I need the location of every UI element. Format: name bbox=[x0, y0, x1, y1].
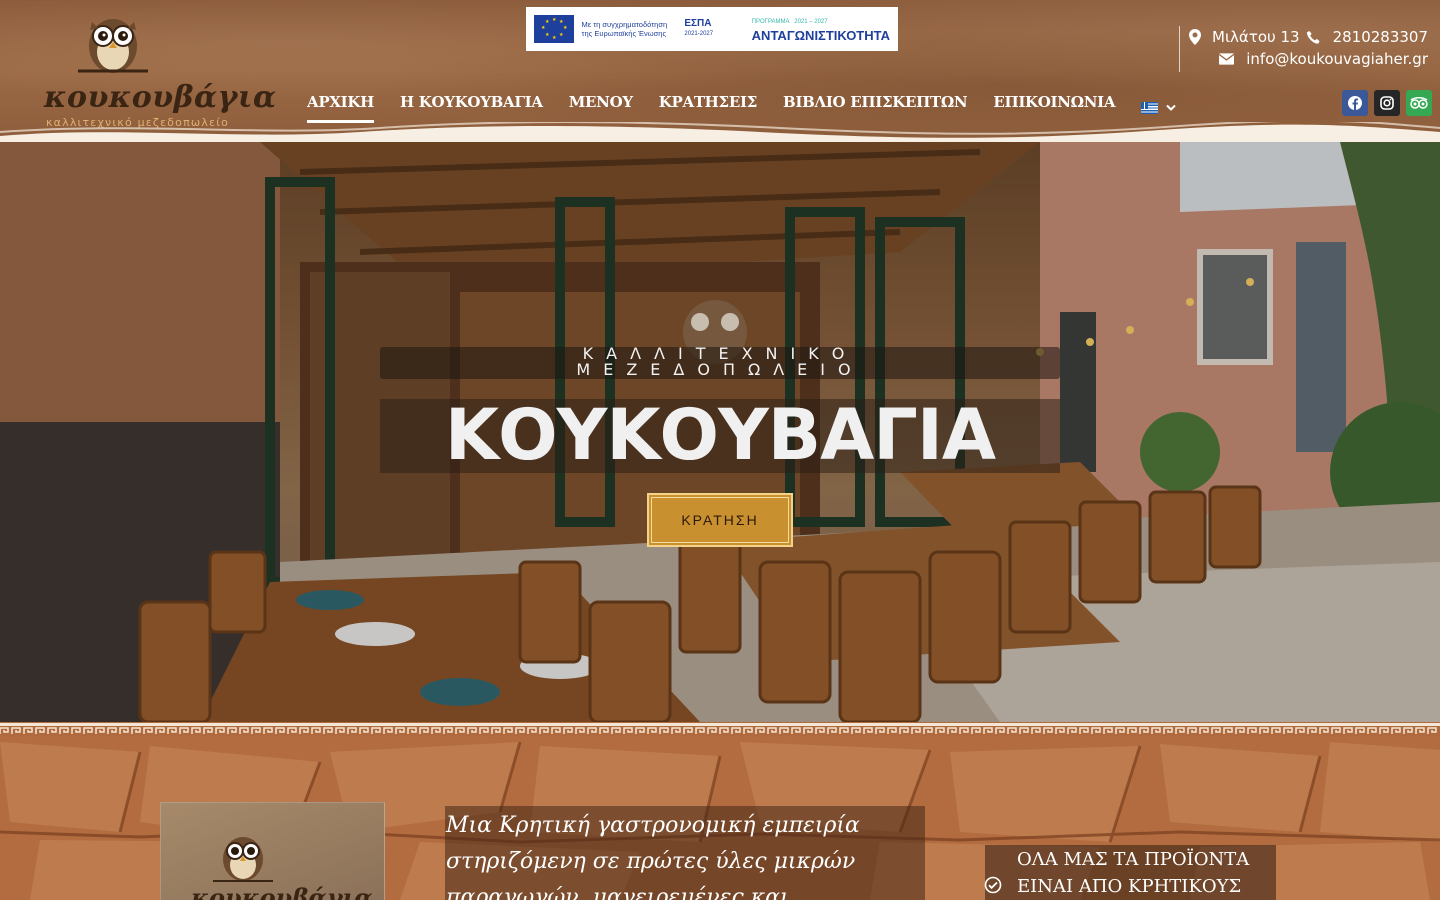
phone-link[interactable]: 2810283307 bbox=[1333, 28, 1428, 46]
tripadvisor-button[interactable] bbox=[1406, 90, 1432, 116]
espa-eu-text: Με τη συγχρηματοδότηση της Ευρωπαϊκής Έν… bbox=[581, 20, 668, 38]
nav-contact[interactable]: ΕΠΙΚΟΙΝΩΝΙΑ bbox=[993, 93, 1115, 121]
check-circle-icon bbox=[984, 876, 1002, 894]
espa-banner[interactable]: ★ ★ ★ ★ ★ ★ ★ ★ Με τη συγχρηματοδότηση της Ευ… bbox=[526, 7, 898, 51]
program-label: ΠΡΟΓΡΑΜΜΑ bbox=[751, 19, 790, 25]
owl-logo-icon bbox=[78, 19, 148, 73]
instagram-button[interactable] bbox=[1374, 90, 1400, 116]
header-wave-divider bbox=[0, 122, 1440, 142]
main-nav: ΑΡΧΙΚΗ Η ΚΟΥΚΟΥΒΑΓΙΑ ΜΕΝΟΥ ΚΡΑΤΗΣΕΙΣ ΒΙΒ… bbox=[307, 93, 1176, 123]
program-logo: ΠΡΟΓΡΑΜΜΑ 2021 – 2027 ΑΝΤΑΓΩΝΙΣΤΙΚΟΤΗΤΑ bbox=[752, 15, 890, 43]
eu-flag-icon: ★ ★ ★ ★ ★ ★ ★ ★ bbox=[534, 15, 574, 43]
hero-subtitle-line2: ΜΕΖΕΔΟΠΩΛΕΙΟ bbox=[576, 360, 864, 379]
owl-card-icon bbox=[213, 837, 273, 882]
about-section: κουκουβάγια Μια Κρητική γαστρονομική εμπ… bbox=[0, 722, 1440, 900]
greek-flag-icon bbox=[1141, 102, 1159, 114]
envelope-icon bbox=[1219, 53, 1235, 65]
logo-wordmark: κουκουβάγια bbox=[44, 80, 277, 115]
chevron-down-icon bbox=[1166, 104, 1176, 111]
nav-guestbook[interactable]: ΒΙΒΛΙΟ ΕΠΙΣΚΕΠΤΩΝ bbox=[783, 93, 968, 121]
hero-section: ΚΑΛΛΙΤΕΧΝΙΚΟ ΜΕΖΕΔΟΠΩΛΕΙΟ ΚΟΥΚΟΥΒΑΓΙΑ ΚΡ… bbox=[0, 142, 1440, 722]
hero-subtitle: ΚΑΛΛΙΤΕΧΝΙΚΟ ΜΕΖΕΔΟΠΩΛΕΙΟ bbox=[500, 346, 940, 378]
nav-about[interactable]: Η ΚΟΥΚΟΥΒΑΓΙΑ bbox=[400, 93, 543, 121]
tripadvisor-icon bbox=[1410, 97, 1428, 109]
reservation-button[interactable]: ΚΡΑΤΗΣΗ bbox=[647, 493, 793, 547]
espa-years: 2021-2027 bbox=[684, 31, 714, 37]
map-pin-icon bbox=[1189, 29, 1202, 45]
feature-text: ΟΛΑ ΜΑΣ ΤΑ ΠΡΟΪΟΝΤΑ ΕΙΝΑΙ ΑΠΟ ΚΡΗΤΙΚΟΥΣ bbox=[1017, 849, 1250, 897]
site-logo[interactable]: κουκουβάγια καλλιτεχνικό μεζεδοπωλείο bbox=[44, 8, 277, 129]
card-logo-wordmark: κουκουβάγια bbox=[191, 883, 373, 900]
address-text: Μιλάτου 13 bbox=[1212, 28, 1300, 46]
espa-logo: ΕΣΠΑ 2021-2027 bbox=[684, 19, 743, 39]
greek-key-border bbox=[0, 722, 1440, 736]
nav-menu[interactable]: ΜΕΝΟΥ bbox=[569, 93, 633, 121]
about-text: Μια Κρητική γαστρονομική εμπειρία στηριζ… bbox=[446, 813, 860, 900]
phone-icon bbox=[1306, 30, 1320, 44]
language-switcher[interactable] bbox=[1141, 95, 1176, 121]
contact-info: Μιλάτου 13 2810283307 info@koukouvagiahe… bbox=[1168, 26, 1428, 70]
facebook-button[interactable] bbox=[1342, 90, 1368, 116]
site-header: κουκουβάγια καλλιτεχνικό μεζεδοπωλείο ★ ★… bbox=[0, 0, 1440, 142]
hero-title: ΚΟΥΚΟΥΒΑΓΙΑ bbox=[444, 394, 996, 476]
nav-reservations[interactable]: ΚΡΑΤΗΣΕΙΣ bbox=[659, 93, 758, 121]
nav-home[interactable]: ΑΡΧΙΚΗ bbox=[307, 93, 374, 123]
program-years: 2021 – 2027 bbox=[794, 19, 828, 25]
email-link[interactable]: info@koukouvagiaher.gr bbox=[1246, 50, 1428, 68]
social-links bbox=[1342, 90, 1432, 116]
logo-card: κουκουβάγια bbox=[160, 802, 385, 900]
instagram-icon bbox=[1380, 96, 1394, 110]
facebook-icon bbox=[1348, 96, 1362, 110]
program-name: ΑΝΤΑΓΩΝΙΣΤΙΚΟΤΗΤΑ bbox=[751, 28, 890, 43]
espa-label: ΕΣΠΑ bbox=[684, 18, 712, 29]
